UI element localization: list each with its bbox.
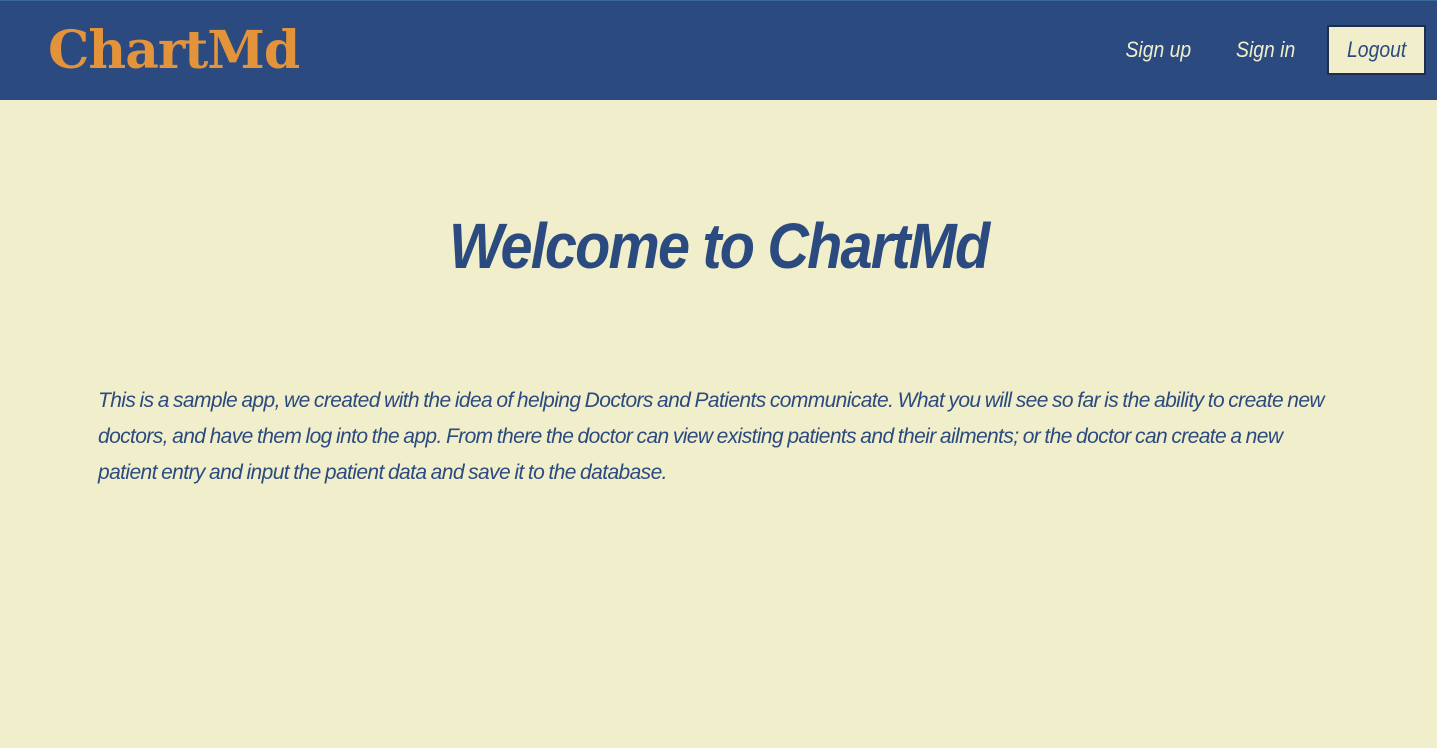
page-title-text: Welcome to ChartMd xyxy=(448,210,990,282)
logout-button-label: Logout xyxy=(1346,37,1407,62)
intro-paragraph: This is a sample app, we created with th… xyxy=(98,389,1325,484)
logout-button[interactable]: Logout xyxy=(1327,25,1426,75)
page-title: Welcome to ChartMd xyxy=(0,208,1437,284)
main-content: Welcome to ChartMd This is a sample app,… xyxy=(0,100,1437,747)
signup-link[interactable]: Sign up xyxy=(1126,37,1192,63)
nav-links: Sign up Sign in Logout xyxy=(1121,25,1426,75)
top-navbar: ChartMd Sign up Sign in Logout xyxy=(0,0,1437,100)
signin-link[interactable]: Sign in xyxy=(1236,37,1295,63)
brand-logo[interactable]: ChartMd xyxy=(48,21,300,81)
